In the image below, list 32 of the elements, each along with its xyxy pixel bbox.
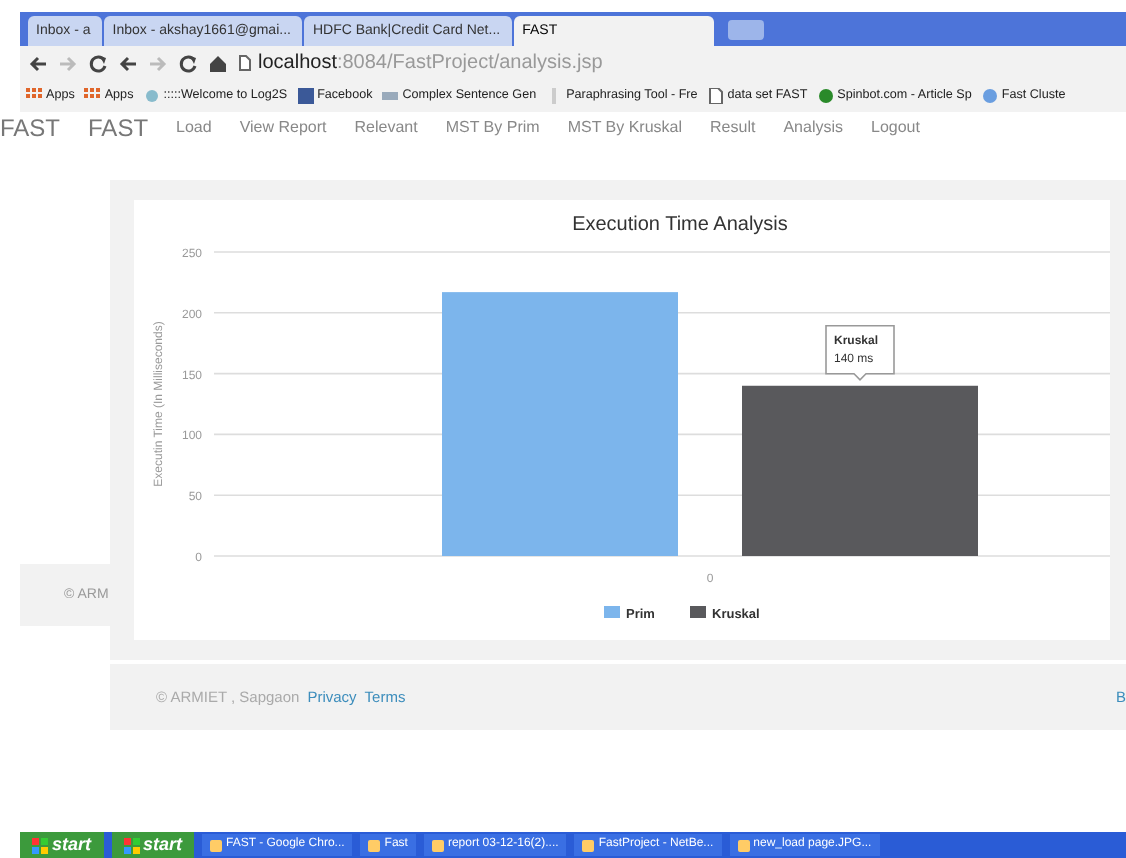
- circle-icon: [817, 88, 834, 104]
- navbar-brand[interactable]: FAST: [88, 110, 149, 146]
- app-icon: [368, 839, 381, 851]
- navbar-brand[interactable]: FAST: [0, 110, 61, 146]
- nav-link[interactable]: Analysis: [783, 116, 843, 140]
- page-icon: [238, 54, 252, 72]
- nav-link[interactable]: Load: [176, 116, 212, 140]
- nav-link[interactable]: Result: [710, 116, 756, 140]
- circle-icon: [981, 88, 998, 104]
- facebook-icon: [297, 88, 314, 104]
- apps-icon: [26, 88, 42, 104]
- app-icon: [431, 839, 444, 851]
- nav-link[interactable]: View Report: [239, 116, 327, 140]
- windows-logo-icon: [123, 837, 140, 853]
- nav-link[interactable]: Logout: [871, 116, 920, 140]
- nav-link[interactable]: MST By Kruskal: [567, 116, 683, 140]
- app-icon: [582, 839, 595, 851]
- windows-logo-icon: [32, 837, 48, 853]
- back-icon[interactable]: [118, 53, 138, 73]
- apps-icon: [84, 88, 101, 104]
- reload-icon[interactable]: [178, 53, 198, 73]
- app-icon: [737, 839, 750, 851]
- back-icon[interactable]: [28, 53, 48, 73]
- start-button[interactable]: start: [111, 832, 195, 858]
- reload-icon[interactable]: [88, 53, 108, 73]
- nav-link[interactable]: MST By Prim: [445, 116, 540, 140]
- app-icon: [210, 839, 223, 851]
- page-icon: [707, 88, 724, 104]
- home-icon[interactable]: [208, 53, 228, 73]
- chart-title: Execution Time Analysis: [572, 214, 788, 236]
- nav-link[interactable]: Relevant: [354, 116, 418, 140]
- start-button[interactable]: start: [20, 832, 104, 858]
